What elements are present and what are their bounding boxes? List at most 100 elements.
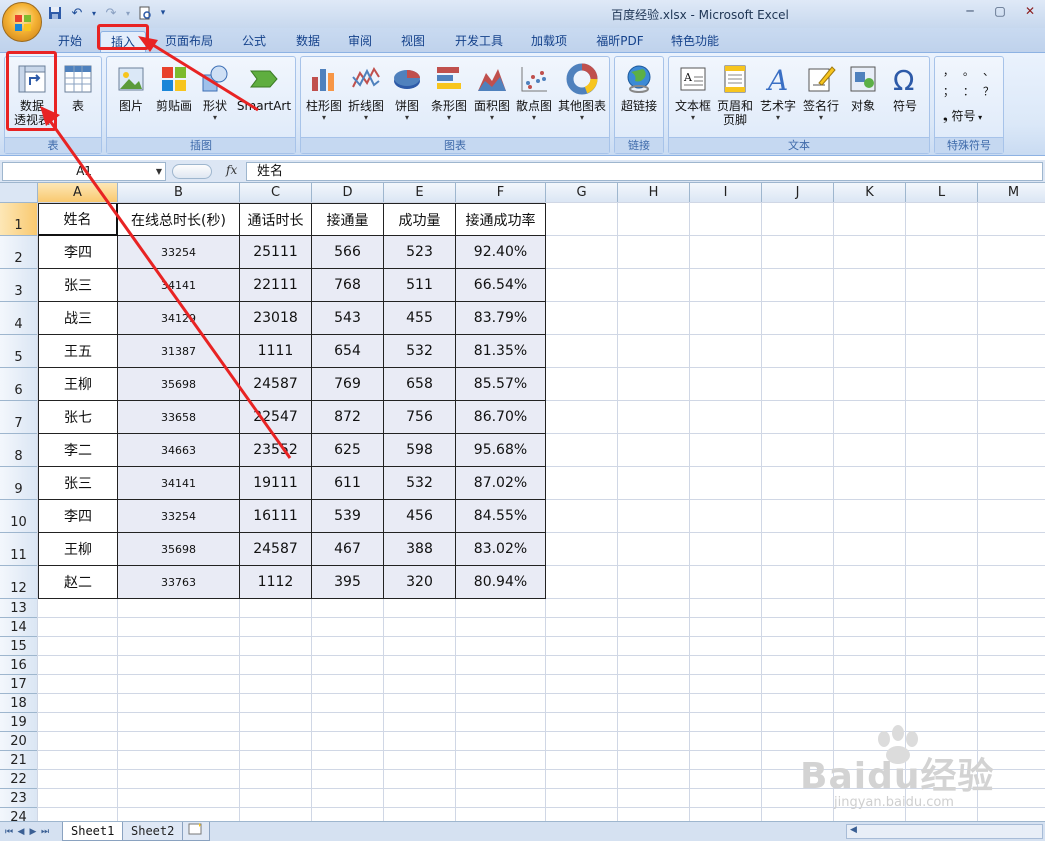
picture-button[interactable]: 图片: [111, 61, 151, 133]
table-button[interactable]: 表: [57, 61, 99, 133]
table-cell[interactable]: 22547: [240, 401, 312, 434]
table-cell[interactable]: 王柳: [38, 368, 118, 401]
row-header-5[interactable]: 5: [0, 335, 38, 368]
column-header-c[interactable]: C: [240, 183, 312, 203]
table-header-cell[interactable]: 在线总时长(秒): [118, 203, 240, 236]
row-header-17[interactable]: 17: [0, 675, 38, 694]
tab-addins[interactable]: 加载项: [522, 31, 576, 52]
table-cell[interactable]: 81.35%: [456, 335, 546, 368]
table-cell[interactable]: 511: [384, 269, 456, 302]
table-cell[interactable]: 455: [384, 302, 456, 335]
table-cell[interactable]: 19111: [240, 467, 312, 500]
row-header-23[interactable]: 23: [0, 789, 38, 808]
header-footer-button[interactable]: 页眉和 页脚: [715, 61, 755, 133]
other-charts-button[interactable]: 其他图表 ▾: [557, 61, 607, 133]
table-cell[interactable]: 467: [312, 533, 384, 566]
table-cell[interactable]: 539: [312, 500, 384, 533]
office-button[interactable]: [2, 2, 42, 42]
redo-dropdown-icon[interactable]: ▾: [124, 4, 132, 22]
undo-dropdown-icon[interactable]: ▾: [90, 4, 98, 22]
table-cell[interactable]: 566: [312, 236, 384, 269]
first-sheet-icon[interactable]: ⏮: [4, 825, 14, 839]
table-cell[interactable]: 34129: [118, 302, 240, 335]
undo-icon[interactable]: ↶: [68, 4, 86, 22]
object-button[interactable]: 对象: [843, 61, 883, 133]
close-icon[interactable]: ✕: [1015, 0, 1045, 22]
table-cell[interactable]: 769: [312, 368, 384, 401]
hyperlink-button[interactable]: 超链接: [617, 61, 661, 133]
table-cell[interactable]: 532: [384, 467, 456, 500]
table-cell[interactable]: 张三: [38, 467, 118, 500]
row-header-19[interactable]: 19: [0, 713, 38, 732]
table-cell[interactable]: 85.57%: [456, 368, 546, 401]
minimize-icon[interactable]: ─: [955, 0, 985, 22]
row-header-8[interactable]: 8: [0, 434, 38, 467]
row-header-6[interactable]: 6: [0, 368, 38, 401]
row-header-14[interactable]: 14: [0, 618, 38, 637]
symbol-enumeration-comma[interactable]: 、: [983, 63, 994, 79]
column-header-d[interactable]: D: [312, 183, 384, 203]
line-chart-button[interactable]: 折线图 ▾: [345, 61, 387, 133]
row-header-7[interactable]: 7: [0, 401, 38, 434]
row-header-1[interactable]: 1: [0, 203, 38, 236]
row-header-24[interactable]: 24: [0, 808, 38, 821]
horizontal-scrollbar[interactable]: ◀: [846, 824, 1043, 839]
tab-view[interactable]: 视图: [391, 31, 435, 52]
formula-splitter[interactable]: [172, 164, 212, 179]
table-cell[interactable]: 395: [312, 566, 384, 599]
row-header-22[interactable]: 22: [0, 770, 38, 789]
column-header-a[interactable]: A: [38, 183, 118, 203]
table-cell[interactable]: 654: [312, 335, 384, 368]
bar-chart-button[interactable]: 条形图 ▾: [429, 61, 469, 133]
last-sheet-icon[interactable]: ⏭: [40, 825, 50, 839]
table-cell[interactable]: 33763: [118, 566, 240, 599]
table-cell[interactable]: 22111: [240, 269, 312, 302]
table-cell[interactable]: 66.54%: [456, 269, 546, 302]
table-cell[interactable]: 388: [384, 533, 456, 566]
formula-input[interactable]: 姓名: [246, 162, 1043, 181]
symbol-question[interactable]: ？: [983, 83, 994, 99]
tab-developer[interactable]: 开发工具: [446, 31, 512, 52]
table-cell[interactable]: 战三: [38, 302, 118, 335]
row-header-3[interactable]: 3: [0, 269, 38, 302]
name-box[interactable]: A1 ▼: [2, 162, 166, 181]
row-header-18[interactable]: 18: [0, 694, 38, 713]
column-header-l[interactable]: L: [906, 183, 978, 203]
column-header-h[interactable]: H: [618, 183, 690, 203]
table-header-cell[interactable]: 姓名: [38, 203, 118, 236]
column-header-j[interactable]: J: [762, 183, 834, 203]
table-cell[interactable]: 768: [312, 269, 384, 302]
table-header-cell[interactable]: 接通成功率: [456, 203, 546, 236]
save-icon[interactable]: [46, 4, 64, 22]
insert-sheet-icon[interactable]: [182, 822, 210, 841]
tab-data[interactable]: 数据: [286, 31, 330, 52]
table-cell[interactable]: 34141: [118, 467, 240, 500]
table-cell[interactable]: 31387: [118, 335, 240, 368]
scroll-left-icon[interactable]: ◀: [850, 825, 857, 835]
sheet-tab-sheet1[interactable]: Sheet1: [62, 822, 124, 841]
table-cell[interactable]: 李四: [38, 236, 118, 269]
textbox-button[interactable]: A 文本框 ▾: [671, 61, 715, 133]
table-cell[interactable]: 543: [312, 302, 384, 335]
table-cell[interactable]: 87.02%: [456, 467, 546, 500]
column-chart-button[interactable]: 柱形图 ▾: [303, 61, 345, 133]
table-cell[interactable]: 张七: [38, 401, 118, 434]
column-header-e[interactable]: E: [384, 183, 456, 203]
table-cell[interactable]: 625: [312, 434, 384, 467]
symbol-dropdown-button[interactable]: ❟ 符号 ▾: [943, 107, 982, 124]
next-sheet-icon[interactable]: ▶: [28, 825, 38, 839]
pie-chart-button[interactable]: 饼图 ▾: [387, 61, 427, 133]
wordart-button[interactable]: A 艺术字 ▾: [757, 61, 799, 133]
table-cell[interactable]: 1111: [240, 335, 312, 368]
table-cell[interactable]: 赵二: [38, 566, 118, 599]
row-header-2[interactable]: 2: [0, 236, 38, 269]
column-header-g[interactable]: G: [546, 183, 618, 203]
table-cell[interactable]: 95.68%: [456, 434, 546, 467]
symbol-button[interactable]: Ω 符号: [883, 61, 927, 133]
name-box-dropdown-icon[interactable]: ▼: [156, 163, 162, 180]
tab-formulas[interactable]: 公式: [232, 31, 276, 52]
row-header-4[interactable]: 4: [0, 302, 38, 335]
symbol-colon[interactable]: ：: [963, 83, 974, 99]
table-cell[interactable]: 23552: [240, 434, 312, 467]
column-header-k[interactable]: K: [834, 183, 906, 203]
